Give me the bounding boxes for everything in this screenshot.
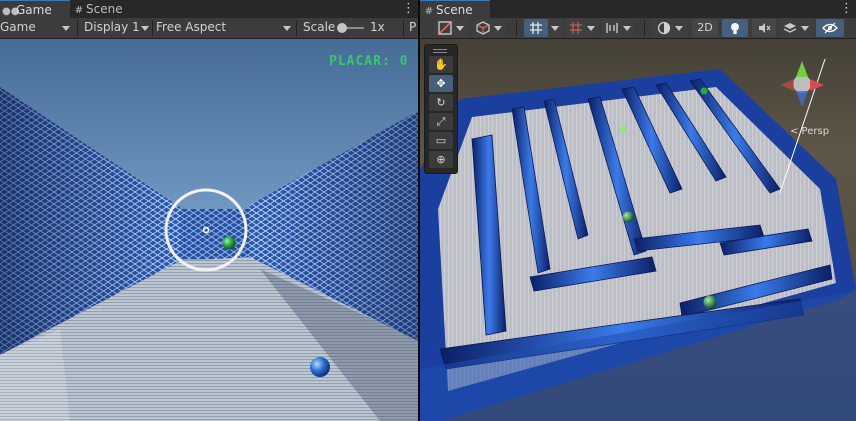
scene-view-panel: # Scene ⋮ 2D < Persp ✋ ✥ ↻ ⤢ ▭ ⊕ — [420, 0, 856, 421]
draw-mode-icon — [438, 21, 452, 35]
green-ball-scene — [700, 87, 708, 95]
scene-render: < Persp — [420, 39, 856, 421]
green-ball-scene — [622, 211, 634, 223]
hand-tool-button[interactable]: ✋ — [429, 56, 453, 73]
chevron-down-icon — [801, 25, 809, 31]
tab-game[interactable]: ●●Game — [0, 0, 70, 18]
toolbar-divider — [644, 20, 645, 36]
render-mode-dropdown[interactable] — [472, 19, 506, 37]
green-ball-scene — [703, 295, 717, 309]
two-d-toggle[interactable]: 2D — [692, 19, 718, 37]
aspect-dropdown[interactable]: Free Aspect — [156, 18, 292, 38]
scene-tab-bar: # Scene ⋮ — [420, 0, 856, 18]
chevron-down-icon — [675, 25, 683, 31]
toolbar-divider — [516, 20, 517, 36]
audio-toggle[interactable] — [752, 19, 776, 37]
rotate-tool-icon: ↻ — [436, 96, 446, 109]
tab-game-label: Game — [16, 3, 52, 17]
gizmo-center — [793, 75, 811, 93]
effects-dropdown[interactable] — [652, 19, 688, 37]
transform-tool-button[interactable]: ⊕ — [429, 151, 453, 168]
scale-slider-handle[interactable] — [337, 23, 348, 33]
chevron-down-icon — [551, 25, 559, 31]
chevron-down-icon — [623, 25, 631, 31]
tool-palette: ✋ ✥ ↻ ⤢ ▭ ⊕ — [424, 44, 458, 174]
chevron-down-icon — [141, 26, 149, 31]
chevron-down-icon — [494, 25, 502, 31]
grid-snap-menu[interactable] — [548, 19, 562, 37]
tab-scene-secondary[interactable]: # Scene — [70, 0, 136, 18]
game-mode-dropdown[interactable]: Game — [0, 18, 74, 38]
toolbar-divider — [403, 20, 404, 36]
scale-value: 1x — [370, 20, 385, 34]
game-viewport[interactable]: PLACAR: 0 — [0, 39, 418, 421]
toolbar-divider — [296, 20, 297, 36]
lighting-toggle[interactable] — [722, 19, 748, 37]
display-label: Display 1 — [84, 20, 140, 34]
more-options-icon[interactable]: ⋮ — [402, 1, 415, 16]
lighting-icon — [731, 23, 739, 34]
score-label: PLACAR: 0 — [329, 54, 409, 69]
toolbar-divider — [77, 20, 78, 36]
aspect-label: Free Aspect — [156, 20, 227, 34]
scale-label: Scale — [303, 20, 336, 34]
grip-icon[interactable] — [433, 49, 447, 53]
mute-icon — [759, 23, 771, 33]
draw-mode-dropdown[interactable] — [434, 19, 468, 37]
shading-icon — [476, 21, 490, 35]
tab-scene-label: Scene — [436, 3, 473, 17]
scene-viewport[interactable]: < Persp ✋ ✥ ↻ ⤢ ▭ ⊕ — [420, 39, 856, 421]
move-tool-button[interactable]: ✥ — [429, 75, 453, 92]
align-icon — [606, 23, 618, 33]
green-ball — [222, 236, 236, 250]
scale-tool-icon: ⤢ — [436, 115, 446, 128]
tab-scene-secondary-label: Scene — [86, 2, 123, 16]
snap-increment-dropdown[interactable] — [566, 19, 598, 37]
layers-icon — [783, 23, 797, 33]
green-ball-scene — [619, 125, 627, 133]
game-render — [0, 39, 418, 421]
tab-scene[interactable]: # Scene — [420, 0, 490, 18]
effects-toggle-dropdown[interactable] — [780, 19, 812, 37]
scene-visibility-toggle[interactable] — [816, 19, 844, 37]
blue-ball — [310, 357, 330, 377]
chevron-down-icon — [283, 26, 291, 31]
align-dropdown[interactable] — [602, 19, 634, 37]
rotate-tool-button[interactable]: ↻ — [429, 94, 453, 111]
game-tab-bar: ●●Game # Scene ⋮ — [0, 0, 418, 18]
chevron-down-icon — [456, 25, 464, 31]
chevron-down-icon — [587, 25, 595, 31]
chevron-down-icon — [62, 26, 70, 31]
visibility-icon — [822, 22, 838, 34]
move-tool-icon: ✥ — [436, 77, 446, 90]
scale-tool-button[interactable]: ⤢ — [429, 113, 453, 130]
game-toolbar: Game Display 1 Free Aspect Scale 1x P — [0, 18, 418, 39]
grid-snap-icon — [530, 22, 542, 34]
more-options-icon[interactable]: ⋮ — [840, 1, 853, 16]
game-view-panel: ●●Game # Scene ⋮ Game Display 1 Free Aspe… — [0, 0, 418, 421]
hand-tool-icon: ✋ — [434, 58, 448, 71]
rect-tool-icon: ▭ — [435, 134, 447, 147]
grid-snap-toggle[interactable] — [524, 19, 548, 37]
projection-label[interactable]: < Persp — [790, 126, 829, 137]
display-dropdown[interactable]: Display 1 — [84, 18, 152, 38]
rect-tool-button[interactable]: ▭ — [429, 132, 453, 149]
game-mode-label: Game — [0, 20, 36, 34]
transform-tool-icon: ⊕ — [436, 153, 446, 166]
snap-increment-icon — [570, 22, 582, 34]
scene-toolbar: 2D — [420, 18, 856, 39]
play-mode-dropdown-label[interactable]: P — [409, 18, 416, 38]
toolbar-divider — [152, 20, 153, 36]
shading-icon — [657, 21, 671, 35]
